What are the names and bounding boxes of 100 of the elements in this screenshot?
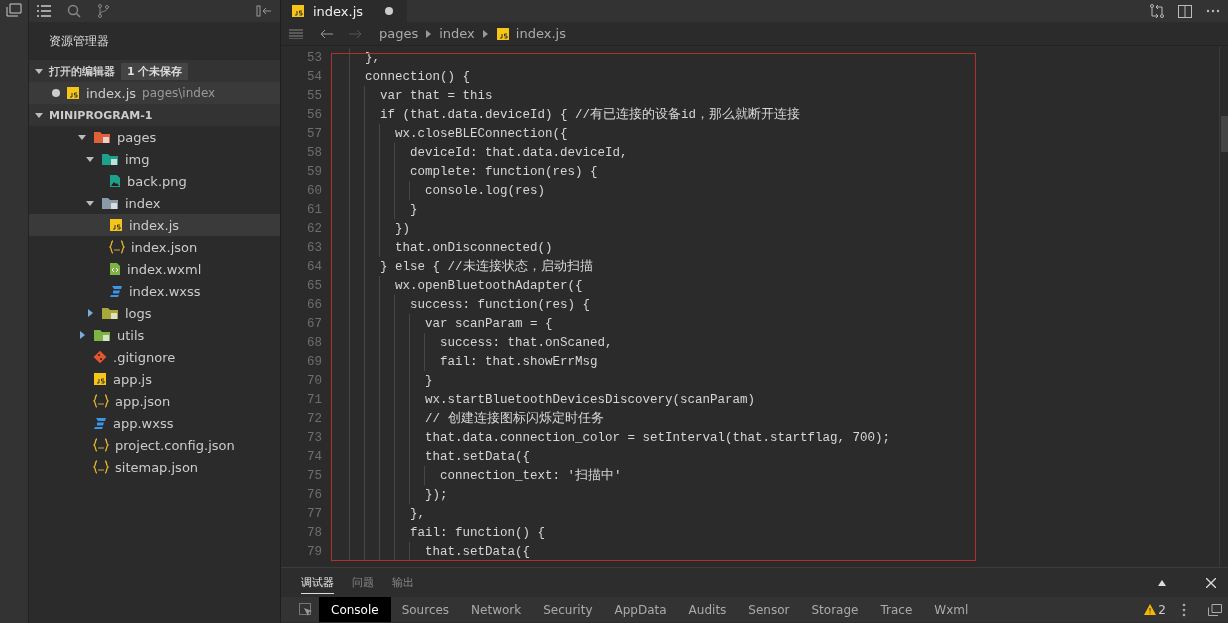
code-line: success: function(res) {: [410, 297, 591, 312]
section-title: 打开的编辑器: [49, 63, 115, 79]
js-file-icon: [495, 26, 510, 41]
devtools-tab[interactable]: Console: [319, 597, 391, 622]
file-item[interactable]: project.config.json: [29, 434, 280, 456]
maximize-icon[interactable]: [1158, 579, 1166, 586]
file-item[interactable]: index.wxml: [29, 258, 280, 280]
line-number: 75: [306, 468, 323, 483]
line-number: 58: [306, 145, 323, 160]
line-number: 79: [306, 544, 323, 559]
folder-item[interactable]: index: [29, 192, 280, 214]
caret-down-icon: [78, 133, 86, 141]
section-title: MINIPROGRAM-1: [49, 108, 153, 122]
line-number: 69: [306, 354, 323, 369]
file-item[interactable]: app.json: [29, 390, 280, 412]
line-number: 56: [306, 107, 323, 122]
line-number: 64: [306, 259, 323, 274]
folder-item[interactable]: logs: [29, 302, 280, 324]
line-number: 61: [306, 202, 323, 217]
caret-right-icon: [482, 29, 488, 38]
line-number: 53: [306, 50, 323, 65]
devtools-tab[interactable]: Wxml: [923, 597, 980, 622]
compare-icon[interactable]: [1150, 4, 1164, 18]
dock-icon[interactable]: [1208, 603, 1222, 616]
devtools-tab[interactable]: Storage: [800, 597, 870, 622]
devtools-tab[interactable]: Sensor: [737, 597, 801, 622]
line-number: 60: [306, 183, 323, 198]
code-line: that.setData({: [425, 449, 531, 464]
collapse-icon[interactable]: [256, 5, 272, 17]
file-item[interactable]: sitemap.json: [29, 456, 280, 478]
line-number: 54: [306, 69, 323, 84]
devtools-tab[interactable]: Network: [460, 597, 533, 622]
section-header[interactable]: 打开的编辑器 1 个未保存: [29, 60, 280, 82]
file-item[interactable]: .gitignore: [29, 346, 280, 368]
file-item[interactable]: index.wxss: [29, 280, 280, 302]
folder-item[interactable]: img: [29, 148, 280, 170]
close-icon[interactable]: [1206, 577, 1216, 588]
code-line: wx.openBluetoothAdapter({: [395, 278, 583, 293]
breadcrumb-item[interactable]: index: [439, 26, 475, 41]
code-line: that.setData({: [425, 544, 531, 559]
panel-tab[interactable]: 调试器: [301, 571, 334, 594]
js-file-icon: [291, 4, 305, 18]
file-item[interactable]: app.wxss: [29, 412, 280, 434]
code-line: },: [410, 506, 425, 521]
breadcrumb-item[interactable]: index.js: [495, 26, 566, 41]
scrollbar-thumb[interactable]: [1221, 116, 1228, 152]
menu-icon[interactable]: [37, 5, 51, 17]
more-vertical-icon[interactable]: [1182, 602, 1186, 617]
caret-down-icon: [86, 155, 94, 163]
editor-tab[interactable]: index.js: [281, 0, 407, 22]
devtools-tab[interactable]: Sources: [390, 597, 461, 622]
file-item[interactable]: index.js: [29, 214, 280, 236]
panel-tab[interactable]: 问题: [352, 571, 374, 594]
line-number: 76: [306, 487, 323, 502]
devtools-tab[interactable]: Trace: [869, 597, 924, 622]
caret-right-icon: [78, 331, 86, 339]
image-file-icon: [109, 174, 121, 188]
panel-tab[interactable]: 输出: [392, 571, 414, 594]
inspect-icon[interactable]: [299, 602, 313, 617]
caret-right-icon: [86, 309, 94, 317]
css-file-icon: [93, 416, 107, 430]
code-line: console.log(res): [425, 183, 546, 198]
code-line: wx.startBluetoothDevicesDiscovery(scanParam): [425, 392, 756, 407]
line-number: 70: [306, 373, 323, 388]
braces-icon: [93, 394, 109, 408]
line-number: 59: [306, 164, 323, 179]
line-number: 62: [306, 221, 323, 236]
code-line: var that = this: [380, 88, 493, 103]
folder-icon: [93, 328, 111, 342]
file-item[interactable]: back.png: [29, 170, 280, 192]
file-item[interactable]: index.json: [29, 236, 280, 258]
branch-icon[interactable]: [97, 4, 109, 18]
code-line: fail: function() {: [410, 525, 546, 540]
caret-right-icon: [426, 29, 432, 38]
git-icon: [93, 350, 107, 364]
line-number: 63: [306, 240, 323, 255]
line-number: 73: [306, 430, 323, 445]
code-line: });: [425, 487, 448, 502]
file-item[interactable]: app.js: [29, 368, 280, 390]
windows-icon[interactable]: [6, 3, 22, 17]
css-file-icon: [109, 284, 123, 298]
devtools-tab[interactable]: AppData: [603, 597, 678, 622]
back-arrow-icon[interactable]: [319, 28, 333, 39]
folder-icon: [101, 196, 119, 210]
open-editor-item[interactable]: index.js pages\index: [29, 82, 280, 104]
line-number: 68: [306, 335, 323, 350]
warning-icon: [1144, 604, 1157, 615]
devtools-tab[interactable]: Audits: [677, 597, 738, 622]
code-line: },: [365, 50, 380, 65]
folder-item[interactable]: pages: [29, 126, 280, 148]
section-header[interactable]: MINIPROGRAM-1: [29, 104, 280, 126]
line-number: 57: [306, 126, 323, 141]
code-line: that.onDisconnected(): [395, 240, 553, 255]
search-icon[interactable]: [67, 4, 81, 18]
split-editor-icon[interactable]: [1178, 4, 1192, 18]
breadcrumb-item[interactable]: pages: [379, 26, 419, 41]
more-icon[interactable]: [1206, 9, 1220, 13]
warning-count[interactable]: 2: [1158, 602, 1166, 617]
devtools-tab[interactable]: Security: [532, 597, 604, 622]
folder-item[interactable]: utils: [29, 324, 280, 346]
